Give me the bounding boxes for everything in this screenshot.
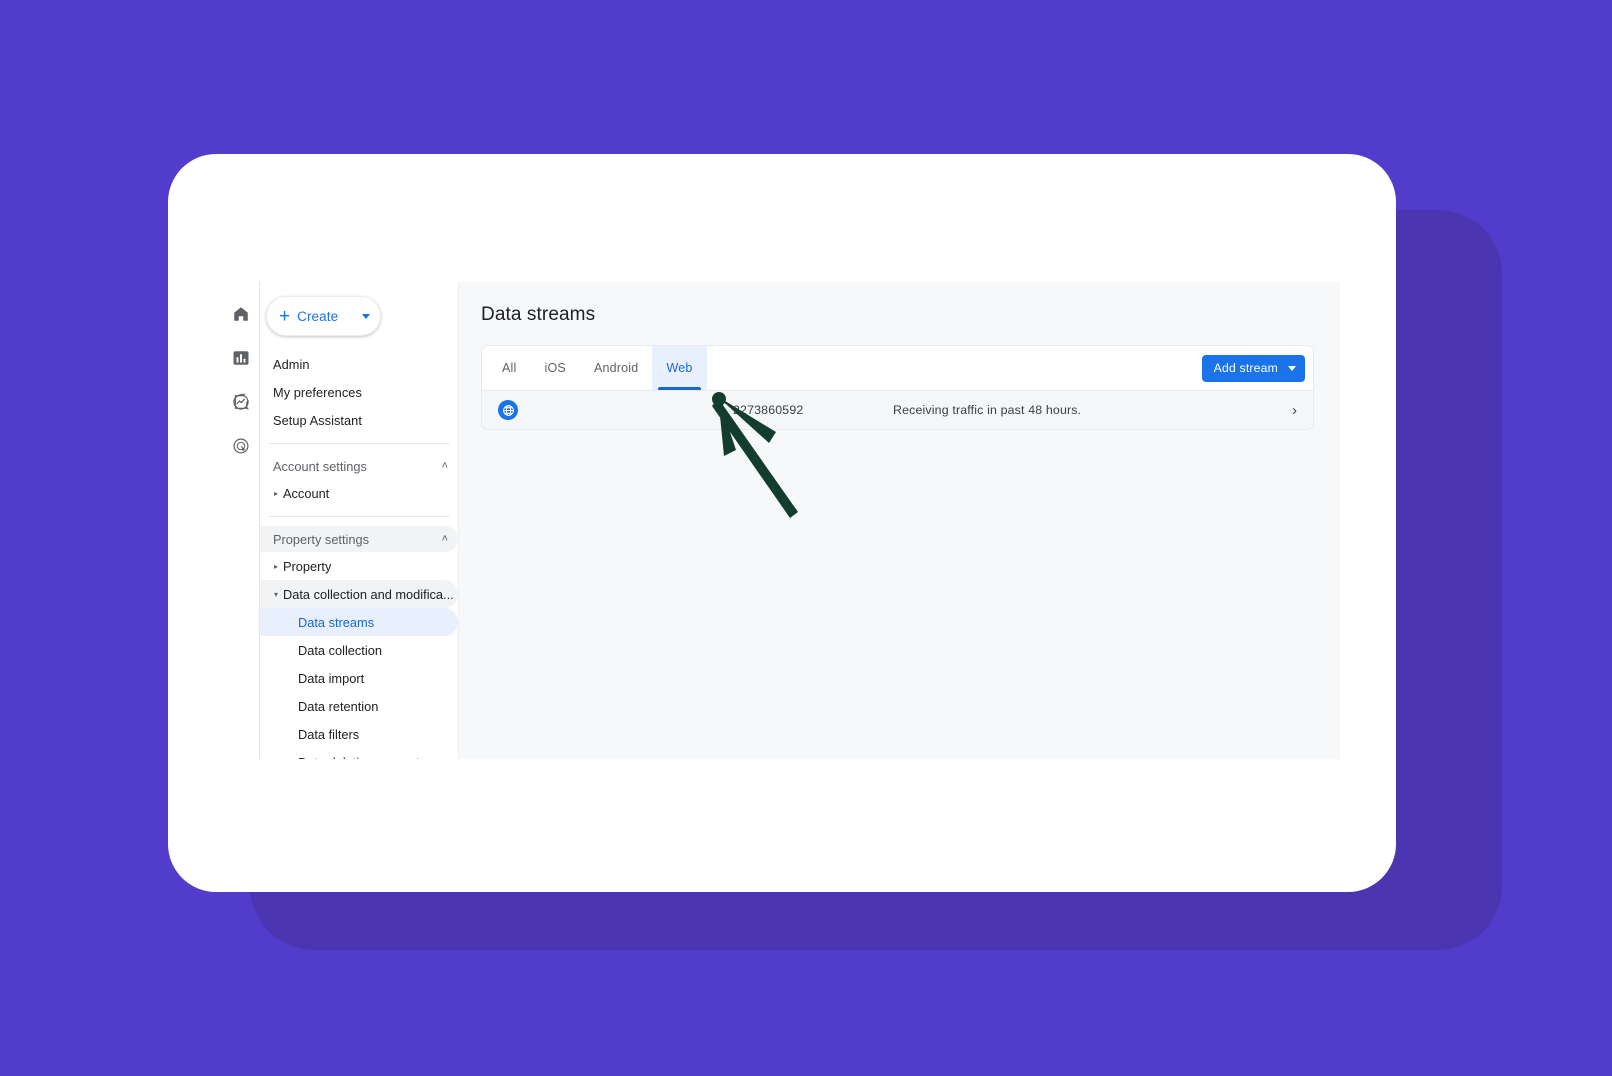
sidebar-divider-2 (268, 516, 450, 517)
globe-icon (498, 400, 518, 420)
sidebar-item-label: Data streams (298, 614, 375, 630)
sidebar-item-data-collection-and-modification[interactable]: ▾ Data collection and modifica... (260, 580, 458, 608)
stream-id: 2273860592 (733, 403, 804, 417)
tab-all[interactable]: All (488, 346, 531, 390)
advertising-icon[interactable] (229, 434, 253, 458)
chevron-down-icon (362, 313, 370, 319)
tab-label: All (502, 361, 517, 375)
sidebar-item-data-deletion-requests[interactable]: Data deletion requests (260, 748, 458, 760)
sidebar-item-label: Property (283, 558, 332, 574)
create-button[interactable]: + Create (266, 296, 381, 336)
stream-type-tabs: All iOS Android Web Add stream (482, 346, 1313, 390)
sidebar-item-property[interactable]: ▸ Property (260, 552, 458, 580)
chevron-up-icon: ˄ (441, 532, 448, 545)
window-card: + Create Admin My preferences Setup Assi… (168, 154, 1396, 892)
sidebar-item-data-streams[interactable]: Data streams (260, 608, 458, 636)
sidebar-item-data-retention[interactable]: Data retention (260, 692, 458, 720)
sidebar-item-label: Account (283, 485, 330, 501)
tab-label: Android (593, 361, 639, 375)
tab-ios[interactable]: iOS (531, 346, 580, 390)
reports-bar-chart-icon[interactable] (229, 346, 253, 370)
group-header-label: Property settings (273, 531, 370, 547)
home-icon[interactable] (229, 302, 253, 326)
chevron-down-icon (1288, 365, 1296, 371)
sidebar-item-admin[interactable]: Admin (260, 350, 458, 378)
sidebar-item-setup-assistant[interactable]: Setup Assistant (260, 406, 458, 434)
triangle-right-icon: ▸ (273, 488, 278, 498)
create-button-label: Create (297, 308, 339, 324)
explore-icon[interactable] (229, 390, 253, 414)
stream-status: Receiving traffic in past 48 hours. (893, 403, 1082, 417)
sidebar-divider-1 (268, 443, 450, 444)
sidebar-item-label: Data deletion requests (298, 755, 426, 760)
analytics-app-screenshot: + Create Admin My preferences Setup Assi… (222, 282, 1340, 759)
triangle-down-icon: ▾ (273, 589, 278, 599)
sidebar-item-data-collection[interactable]: Data collection (260, 636, 458, 664)
group-header-property-settings[interactable]: Property settings ˄ (260, 526, 458, 552)
settings-sidebar: + Create Admin My preferences Setup Assi… (260, 282, 458, 759)
sidebar-item-label: Setup Assistant (273, 412, 362, 428)
chevron-up-icon: ˄ (441, 459, 448, 472)
chevron-right-icon[interactable]: › (1292, 403, 1301, 418)
add-stream-button[interactable]: Add stream (1201, 354, 1305, 382)
add-stream-label: Add stream (1213, 361, 1278, 375)
sidebar-item-label: Data collection and modifica... (283, 586, 454, 602)
sidebar-item-data-import[interactable]: Data import (260, 664, 458, 692)
sidebar-item-label: Data import (298, 670, 365, 686)
sidebar-item-label: Data collection (298, 642, 382, 658)
data-streams-panel: All iOS Android Web Add stream 227386059… (481, 345, 1314, 430)
plus-icon: + (279, 305, 291, 327)
main-content: Data streams All iOS Android Web Add str… (458, 282, 1340, 759)
sidebar-top-nav: Admin My preferences Setup Assistant (260, 350, 458, 434)
sidebar-item-my-preferences[interactable]: My preferences (260, 378, 458, 406)
tabbar-spacer (707, 346, 1202, 390)
sidebar-item-label: Data retention (298, 698, 379, 714)
sidebar-item-label: Data filters (298, 726, 360, 742)
sidebar-item-label: My preferences (273, 384, 362, 400)
tab-label: Web (666, 361, 693, 375)
sidebar-item-data-filters[interactable]: Data filters (260, 720, 458, 748)
triangle-right-icon: ▸ (273, 561, 278, 571)
primary-nav-rail (222, 282, 260, 759)
sidebar-item-label: Admin (273, 356, 310, 372)
group-header-label: Account settings (273, 458, 367, 474)
tab-android[interactable]: Android (580, 346, 653, 390)
sidebar-item-account[interactable]: ▸ Account (260, 479, 458, 507)
group-header-account-settings[interactable]: Account settings ˄ (260, 453, 458, 479)
page-title: Data streams (481, 304, 596, 325)
tab-web[interactable]: Web (652, 346, 707, 390)
table-row[interactable]: 2273860592 Receiving traffic in past 48 … (482, 390, 1313, 429)
tab-label: iOS (544, 361, 566, 375)
